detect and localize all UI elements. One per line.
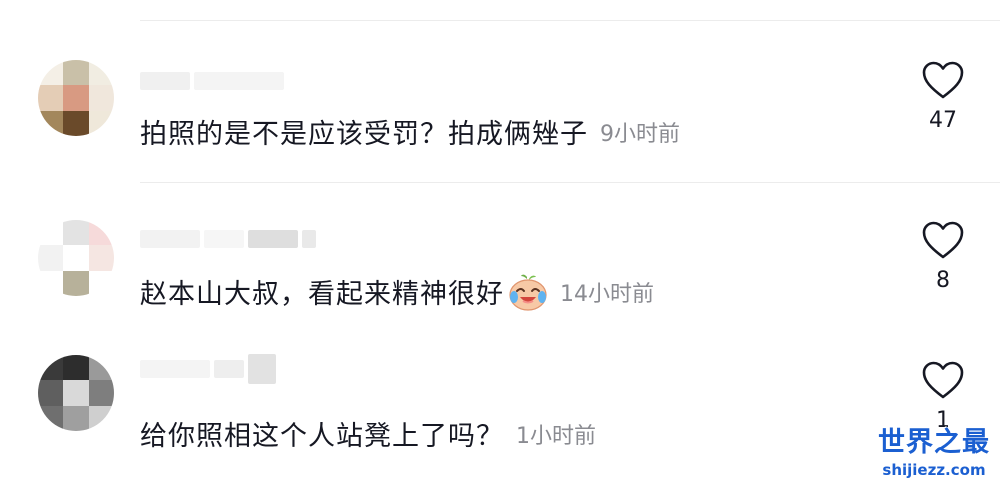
avatar-mosaic-cell	[38, 270, 64, 296]
comment-item: 拍照的是不是应该受罚？拍成俩矬子 9小时前 47	[0, 30, 1000, 180]
crying-laughing-emoji-icon	[508, 273, 548, 311]
divider	[140, 182, 1000, 183]
comment-text: 给你照相这个人站凳上了吗？	[140, 421, 504, 452]
avatar-mosaic-cell	[38, 380, 64, 406]
avatar-mosaic-cell	[88, 380, 114, 406]
avatar-mosaic-cell	[88, 220, 114, 246]
comment-time: 1小时前	[516, 423, 596, 449]
avatar-mosaic-cell	[38, 405, 64, 431]
top-divider	[140, 20, 1000, 21]
avatar-mosaic-cell	[63, 220, 89, 246]
avatar[interactable]	[38, 220, 114, 296]
avatar-mosaic-cell	[88, 355, 114, 381]
watermark: 世界之最 shijiezz.com	[872, 420, 996, 479]
avatar-mosaic-cell	[63, 380, 89, 406]
avatar-mosaic-cell	[88, 270, 114, 296]
heart-icon	[922, 61, 964, 99]
comment-time: 9小时前	[600, 121, 680, 147]
avatar-mosaic-cell	[38, 85, 64, 111]
heart-icon	[922, 361, 964, 399]
comment-item: 给你照相这个人站凳上了吗？ 1小时前 1	[0, 330, 1000, 480]
avatar-mosaic-cell	[63, 110, 89, 136]
avatar-mosaic-cell	[88, 85, 114, 111]
comment-text-row: 赵本山大叔，看起来精神很好 14小时前	[140, 272, 654, 311]
username-blurred[interactable]	[140, 354, 276, 384]
avatar-mosaic-cell	[63, 355, 89, 381]
avatar-mosaic-cell	[38, 110, 64, 136]
avatar-mosaic-cell	[63, 270, 89, 296]
avatar-mosaic-cell	[88, 245, 114, 271]
avatar-mosaic-cell	[63, 85, 89, 111]
avatar-mosaic-cell	[88, 405, 114, 431]
avatar-mosaic-cell	[38, 60, 64, 86]
avatar-mosaic-cell	[38, 220, 64, 246]
avatar-mosaic-cell	[38, 355, 64, 381]
avatar-mosaic-cell	[88, 110, 114, 136]
avatar[interactable]	[38, 60, 114, 136]
comment-text-row: 拍照的是不是应该受罚？拍成俩矬子 9小时前	[140, 112, 680, 151]
avatar-mosaic-cell	[38, 245, 64, 271]
username-blurred[interactable]	[140, 70, 284, 92]
comment-time: 14小时前	[560, 281, 654, 307]
like-count: 8	[936, 268, 950, 293]
comment-item: 赵本山大叔，看起来精神很好 14小时前 8	[0, 190, 1000, 340]
comment-text: 拍照的是不是应该受罚？拍成俩矬子	[140, 119, 588, 150]
like-button[interactable]: 8	[918, 220, 968, 293]
like-button[interactable]: 47	[918, 60, 968, 133]
avatar-mosaic-cell	[63, 405, 89, 431]
avatar-mosaic-cell	[63, 245, 89, 271]
avatar-mosaic-cell	[88, 60, 114, 86]
avatar[interactable]	[38, 355, 114, 431]
avatar-mosaic-cell	[63, 60, 89, 86]
heart-icon	[922, 221, 964, 259]
username-blurred[interactable]	[140, 228, 316, 250]
watermark-title: 世界之最	[878, 427, 990, 458]
watermark-url: shijiezz.com	[882, 461, 986, 479]
comment-text: 赵本山大叔，看起来精神很好	[140, 279, 504, 310]
like-count: 47	[929, 108, 957, 133]
comment-text-row: 给你照相这个人站凳上了吗？ 1小时前	[140, 414, 596, 453]
